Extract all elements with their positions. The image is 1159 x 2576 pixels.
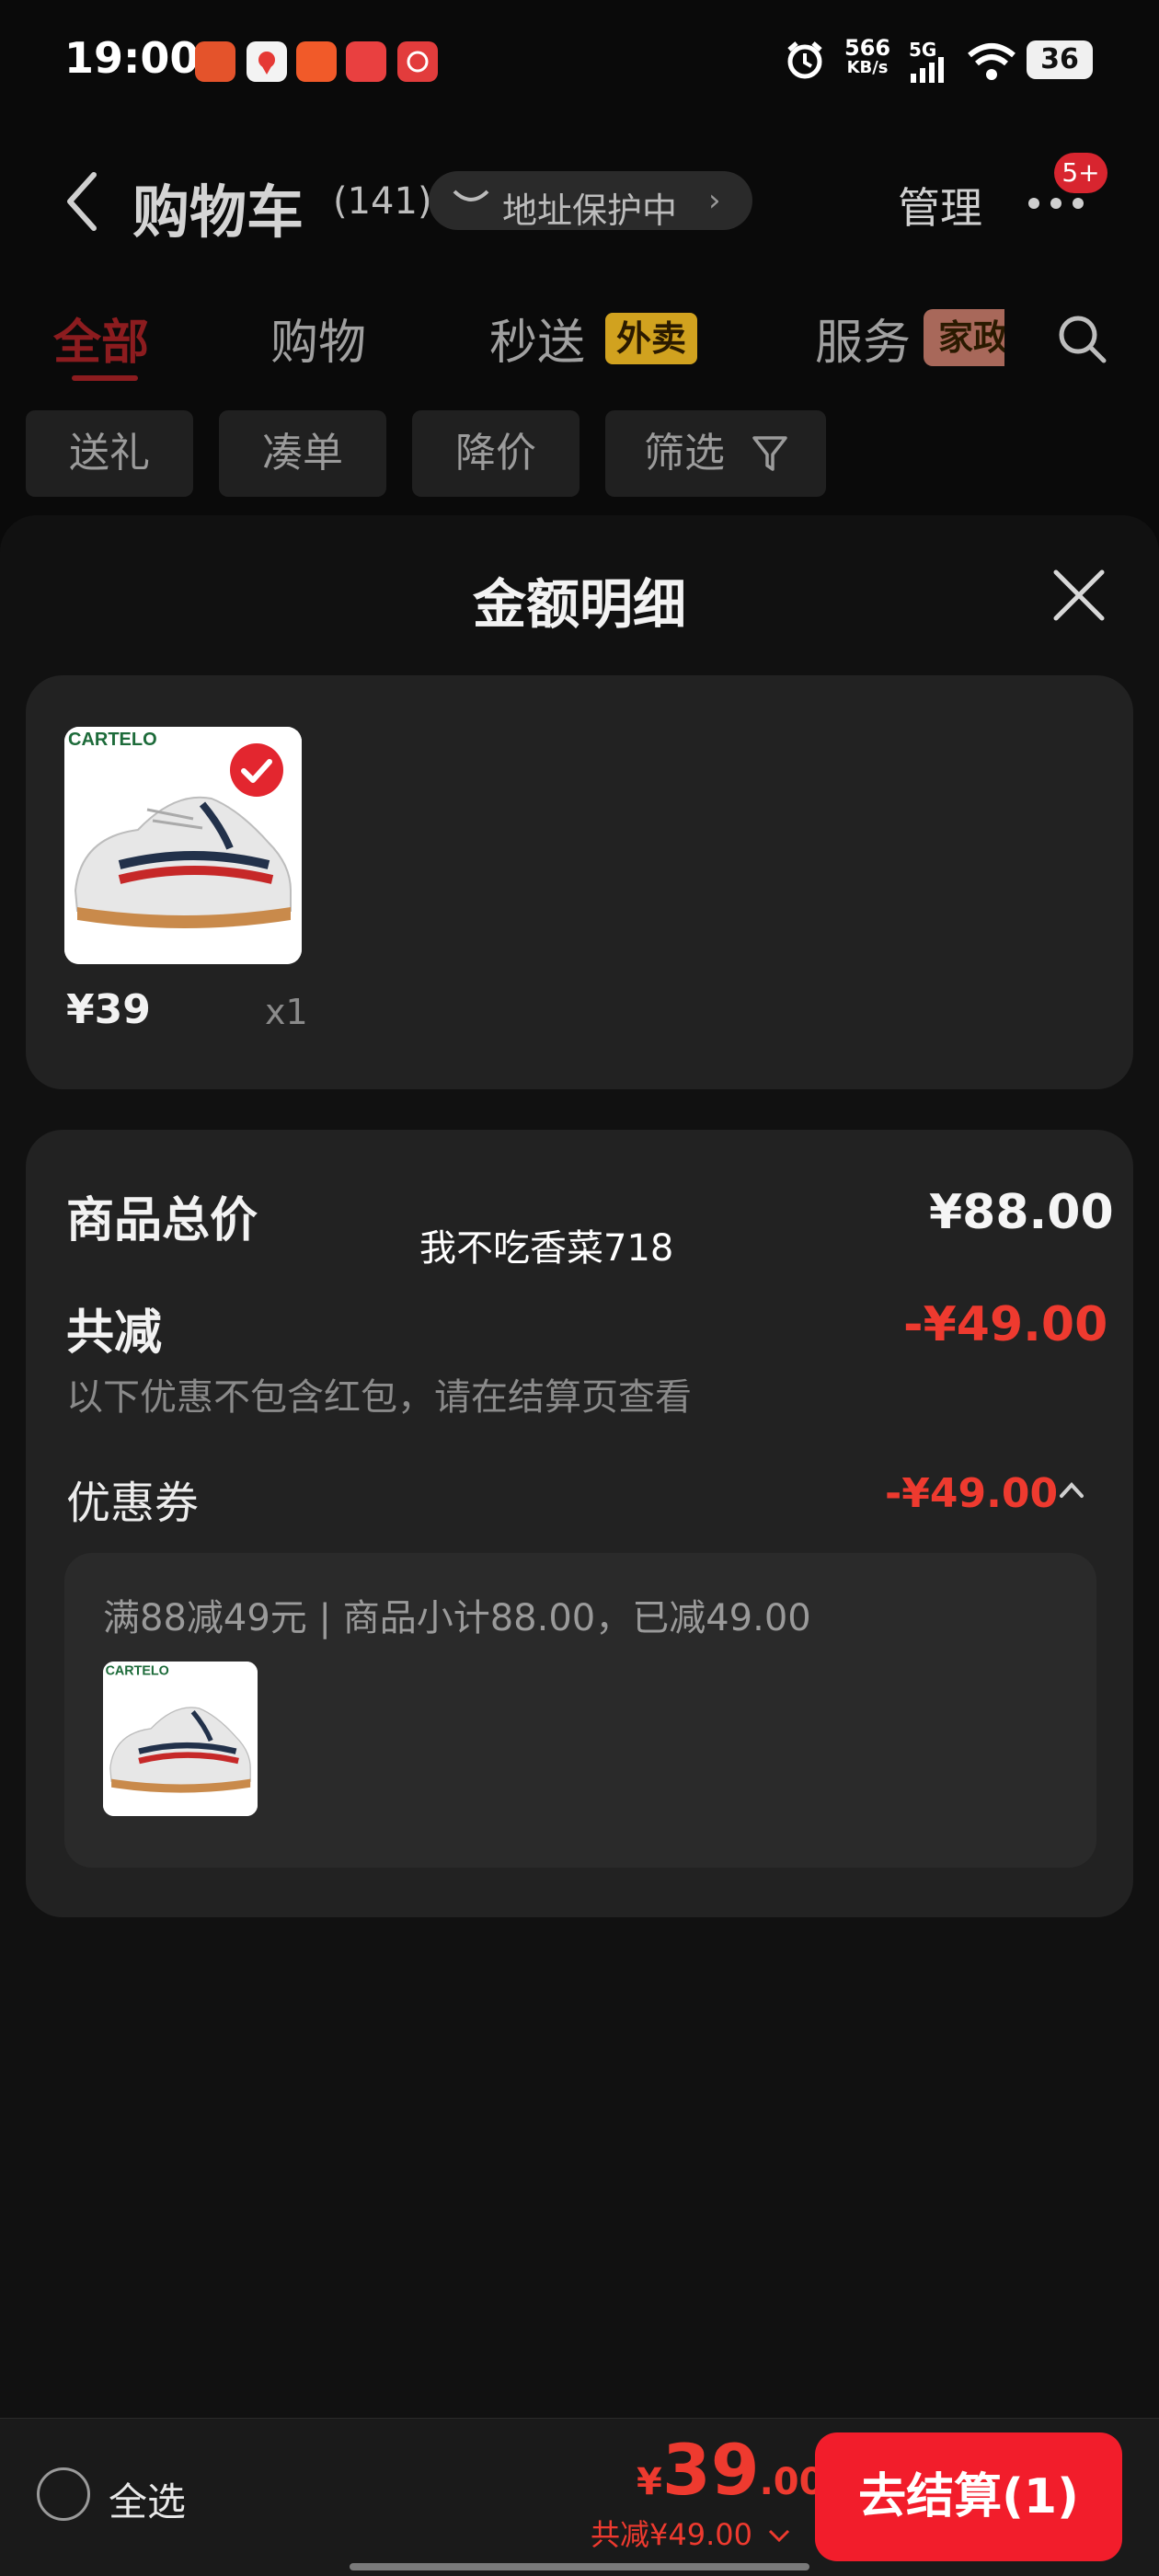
chip-price-drop[interactable]: 降价	[412, 410, 580, 497]
coupon-label: 优惠券	[66, 1478, 200, 1529]
chevron-right-icon: ›	[708, 182, 721, 219]
item-price: ¥39	[66, 986, 151, 1033]
status-bar: 19:00 566 KB/s 5G 36	[0, 0, 1159, 120]
coupon-value[interactable]: -¥49.00	[885, 1470, 1058, 1517]
smile-icon	[453, 190, 489, 201]
more-menu-icon[interactable]	[1028, 195, 1095, 213]
chip-gift[interactable]: 送礼	[26, 410, 193, 497]
page-title: 购物车	[132, 178, 304, 246]
tab-services[interactable]: 服务	[815, 304, 911, 373]
chevron-down-icon	[769, 2529, 790, 2543]
manage-button[interactable]: 管理	[898, 175, 982, 236]
svg-text:CARTELO: CARTELO	[68, 730, 157, 750]
search-icon[interactable]	[1056, 313, 1109, 366]
tab-shopping[interactable]: 购物	[270, 304, 366, 373]
chip-filter[interactable]: 筛选	[605, 410, 826, 497]
net-speed: 566 KB/s	[844, 35, 891, 77]
housekeeping-tag: 家政	[924, 309, 1004, 366]
svg-text:CARTELO: CARTELO	[106, 1663, 169, 1678]
app-icon-orange	[296, 41, 337, 82]
tab-quick-delivery[interactable]: 秒送	[489, 304, 585, 373]
back-icon[interactable]	[64, 171, 101, 232]
cart-count: (141)	[333, 180, 432, 223]
item-quantity: x1	[265, 992, 308, 1032]
tab-active-indicator	[72, 375, 138, 381]
total-price-value: ¥88.00	[929, 1185, 1114, 1240]
message-badge: 5+	[1054, 153, 1107, 193]
status-time: 19:00	[64, 33, 200, 83]
filter-icon	[752, 436, 787, 471]
app-icon-red	[195, 41, 235, 82]
checkout-button[interactable]: 去结算(1)	[815, 2432, 1122, 2561]
coupon-detail-text: 满88减49元 | 商品小计88.00，已减49.00	[103, 1597, 811, 1639]
battery-indicator: 36	[1027, 40, 1093, 79]
address-protect-pill[interactable]: 地址保护中 ›	[429, 171, 752, 231]
app-icon-map	[247, 41, 287, 82]
total-price-label: 商品总价	[66, 1193, 258, 1248]
sheet-title: 金额明细	[472, 573, 686, 636]
selected-check-icon[interactable]	[230, 743, 283, 797]
saved-amount[interactable]: 共减¥49.00	[591, 2512, 791, 2554]
home-indicator[interactable]	[350, 2563, 809, 2570]
app-icon-star	[397, 41, 438, 82]
chip-filter-label: 筛选	[644, 430, 725, 477]
takeout-tag: 外卖	[605, 313, 697, 364]
select-all-radio[interactable]	[37, 2467, 90, 2521]
watermark-text: 我不吃香菜718	[419, 1227, 674, 1270]
alarm-icon	[787, 41, 822, 79]
discount-value: -¥49.00	[903, 1297, 1108, 1352]
coupon-product-thumbnail: CARTELO	[103, 1662, 258, 1816]
wifi-icon	[968, 43, 1016, 80]
total-amount: ¥39.00	[637, 2429, 825, 2511]
chip-bundle[interactable]: 凑单	[219, 410, 386, 497]
select-all-label[interactable]: 全选	[109, 2471, 186, 2527]
address-protect-label: 地址保护中	[502, 190, 678, 231]
close-icon[interactable]	[1050, 567, 1107, 624]
discount-label: 共减	[66, 1305, 163, 1361]
chevron-up-icon[interactable]	[1058, 1476, 1085, 1503]
discount-note: 以下优惠不包含红包，请在结算页查看	[66, 1376, 692, 1419]
sneaker-icon: CARTELO	[103, 1662, 258, 1816]
signal-icon	[911, 57, 944, 83]
app-icon-game	[346, 41, 386, 82]
tab-all[interactable]: 全部	[53, 304, 149, 373]
